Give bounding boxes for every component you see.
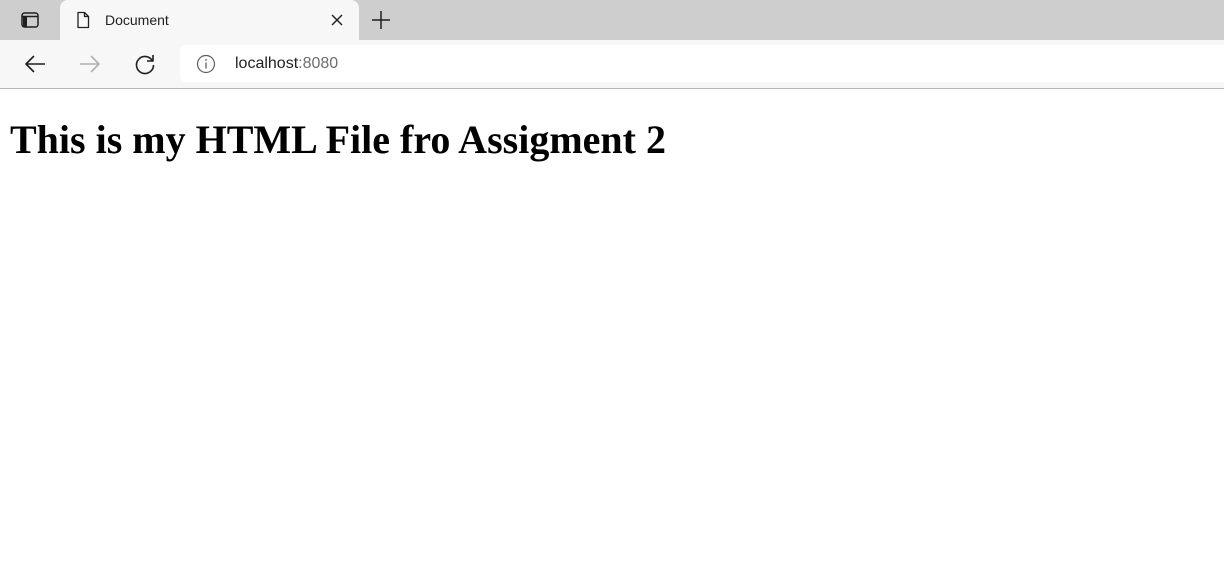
url-host: localhost	[235, 55, 299, 72]
arrow-left-icon	[23, 52, 47, 76]
reload-icon	[133, 52, 157, 76]
close-icon	[330, 13, 344, 27]
address-bar[interactable]: localhost:8080	[180, 45, 1224, 82]
navigation-toolbar: localhost:8080	[0, 40, 1224, 89]
info-icon[interactable]	[196, 54, 216, 74]
page-heading: This is my HTML File fro Assigment 2	[10, 117, 666, 162]
tab-document[interactable]: Document	[60, 0, 359, 40]
tab-actions-icon	[20, 10, 40, 30]
plus-icon	[371, 10, 391, 30]
forward-button[interactable]	[76, 50, 104, 78]
arrow-right-icon	[78, 52, 102, 76]
tab-title: Document	[105, 12, 169, 28]
close-tab-button[interactable]	[328, 11, 346, 29]
back-button[interactable]	[21, 50, 49, 78]
page-content: This is my HTML File fro Assigment 2	[0, 89, 1224, 574]
browser-window: Document localhost:8080 This is my HTML …	[0, 0, 1224, 574]
new-tab-button[interactable]	[368, 7, 394, 33]
url-text[interactable]: localhost:8080	[235, 54, 338, 74]
tab-strip: Document	[0, 0, 1224, 40]
url-port: :8080	[298, 55, 339, 72]
tab-actions-button[interactable]	[12, 6, 48, 34]
document-icon	[74, 11, 92, 29]
reload-button[interactable]	[131, 50, 159, 78]
